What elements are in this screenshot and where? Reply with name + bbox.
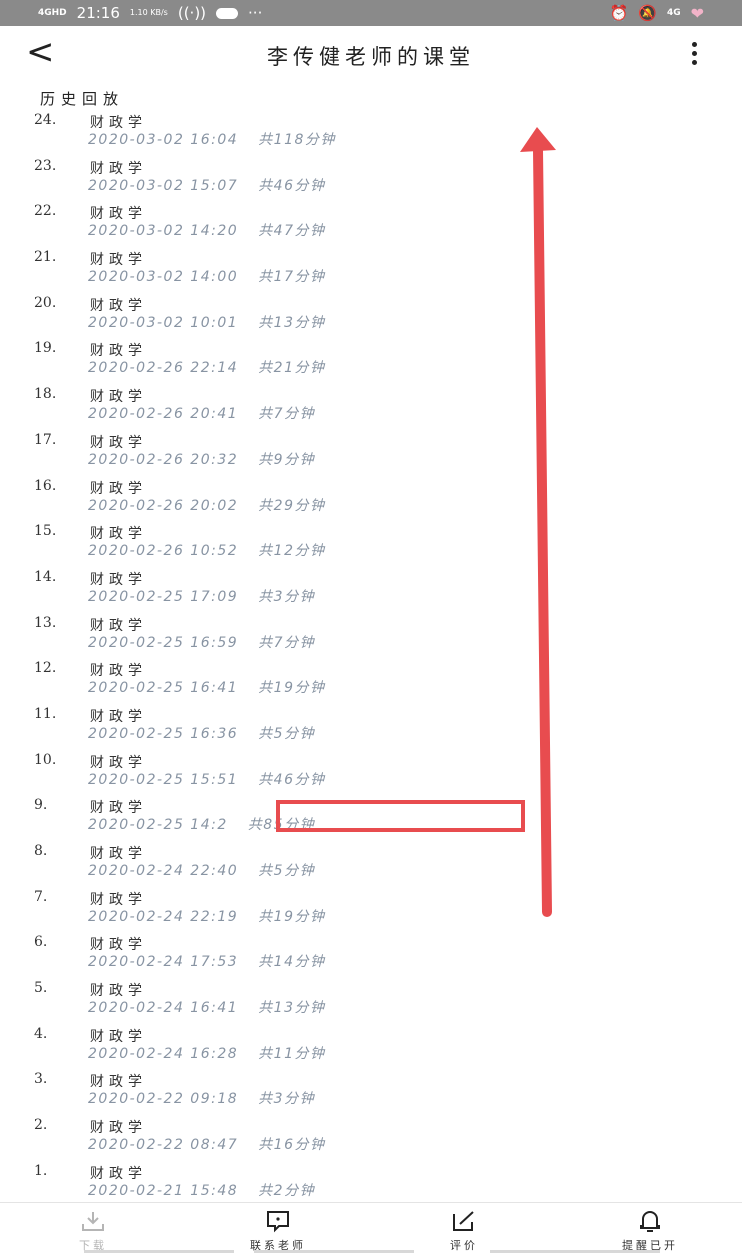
chat-icon [267, 1211, 289, 1233]
bell-icon [640, 1211, 660, 1232]
contact-teacher-tab[interactable]: 联系老师 [218, 1209, 338, 1253]
annotation-up-arrow [520, 127, 556, 917]
reminder-tab[interactable]: 提醒已开 [590, 1209, 710, 1253]
edit-icon [453, 1211, 474, 1231]
review-tab[interactable]: 评价 [404, 1209, 524, 1253]
bottom-toolbar: 下载 联系老师 评价 提醒已开 [0, 1202, 742, 1253]
download-icon [82, 1212, 104, 1231]
download-tab[interactable]: 下载 [33, 1209, 153, 1253]
review-label: 评价 [450, 1239, 478, 1252]
